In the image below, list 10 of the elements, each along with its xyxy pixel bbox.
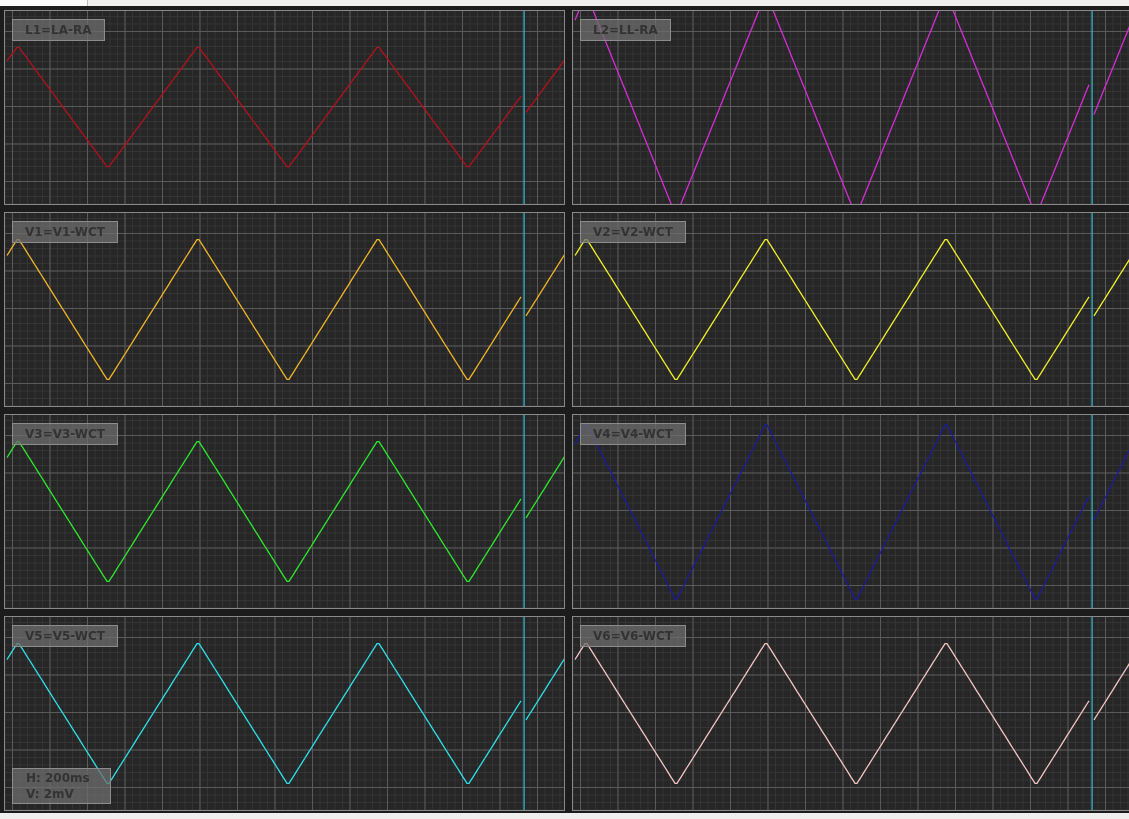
tab[interactable] xyxy=(0,0,88,6)
cursor-line[interactable] xyxy=(523,213,525,406)
cursor-line[interactable] xyxy=(523,617,525,810)
cursor-line[interactable] xyxy=(523,415,525,608)
cursor-line[interactable] xyxy=(1091,213,1093,406)
cursor-line[interactable] xyxy=(1091,415,1093,608)
cursor-line[interactable] xyxy=(1091,617,1093,810)
cursor-line[interactable] xyxy=(523,11,525,204)
lead-label: L2=LL-RA xyxy=(580,19,671,41)
cursor-line[interactable] xyxy=(1091,11,1093,204)
